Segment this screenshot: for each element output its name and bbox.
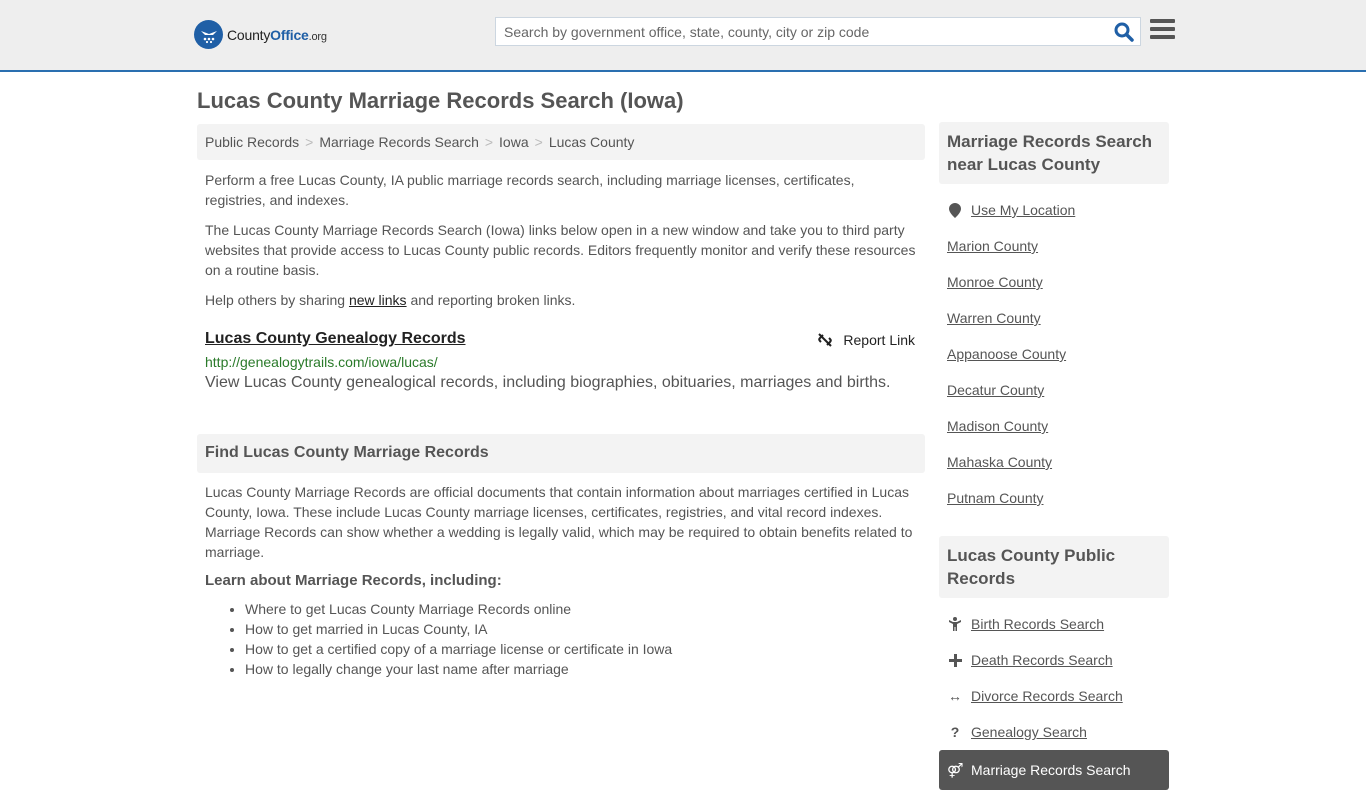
new-links-link[interactable]: new links [349, 292, 407, 308]
question-icon: ? [950, 724, 960, 740]
result-url: http://genealogytrails.com/iowa/lucas/ [205, 354, 438, 370]
nearby-county-link[interactable]: Putnam County [947, 490, 1044, 506]
nearby-county-link[interactable]: Monroe County [947, 274, 1043, 290]
public-records-heading: Lucas County Public Records [939, 536, 1169, 598]
breadcrumb-marriage-records-search[interactable]: Marriage Records Search [319, 134, 479, 150]
public-record-item[interactable]: ? Genealogy Search [947, 714, 1161, 750]
hamburger-menu-icon[interactable] [1150, 19, 1175, 41]
marriage-icon: ⚤ [947, 761, 964, 778]
nearby-county-link[interactable]: Marion County [947, 238, 1038, 254]
sidebar-nearby: Marriage Records Search near Lucas Count… [939, 122, 1169, 516]
nearby-county-link[interactable]: Decatur County [947, 382, 1044, 398]
search-box [495, 17, 1141, 46]
nearby-item[interactable]: Madison County [947, 408, 1161, 444]
nearby-item[interactable]: Monroe County [947, 264, 1161, 300]
search-icon[interactable] [1114, 22, 1134, 42]
logo-office: Office [270, 26, 309, 43]
public-records-list: Birth Records Search Death Records Searc… [939, 598, 1169, 750]
breadcrumb-public-records[interactable]: Public Records [205, 134, 299, 150]
intro-p3-text-after: and reporting broken links. [406, 292, 576, 308]
nearby-county-link[interactable]: Madison County [947, 418, 1048, 434]
site-header: CountyOffice.org [0, 0, 1366, 72]
nearby-item[interactable]: Decatur County [947, 372, 1161, 408]
find-section-paragraph: Lucas County Marriage Records are offici… [205, 484, 913, 560]
countyoffice-logo[interactable]: CountyOffice.org [194, 20, 327, 49]
map-marker-icon [947, 202, 963, 218]
public-record-item[interactable]: Death Records Search [947, 642, 1161, 678]
nearby-item[interactable]: Marion County [947, 228, 1161, 264]
nearby-county-link[interactable]: Warren County [947, 310, 1041, 326]
search-input[interactable] [496, 18, 1096, 45]
main-content: Perform a free Lucas County, IA public m… [197, 170, 925, 679]
result-title-link[interactable]: Lucas County Genealogy Records [205, 330, 466, 347]
nearby-item[interactable]: Appanoose County [947, 336, 1161, 372]
report-link-label: Report Link [843, 332, 915, 348]
logo-county: County [227, 26, 271, 43]
nearby-county-link[interactable]: Mahaska County [947, 454, 1052, 470]
cross-icon [947, 653, 963, 667]
learn-item: How to get married in Lucas County, IA [245, 619, 925, 639]
learn-list: Where to get Lucas County Marriage Recor… [197, 599, 925, 679]
result-description: View Lucas County genealogical records, … [205, 374, 891, 391]
death-records-link[interactable]: Death Records Search [971, 652, 1113, 668]
public-record-item[interactable]: ↔ Divorce Records Search [947, 678, 1161, 714]
learn-heading: Learn about Marriage Records, including: [205, 572, 502, 589]
intro-paragraph-3: Help others by sharing new links and rep… [197, 290, 925, 310]
result-item: Lucas County Genealogy Records Report Li… [197, 330, 925, 392]
report-link-button[interactable]: Report Link [817, 332, 915, 348]
nearby-item[interactable]: Putnam County [947, 480, 1161, 516]
nearby-list: Use My Location Marion County Monroe Cou… [939, 184, 1169, 516]
find-section-heading: Find Lucas County Marriage Records [197, 434, 925, 473]
divorce-records-link[interactable]: Divorce Records Search [971, 688, 1123, 704]
double-arrow-icon: ↔ [948, 688, 962, 704]
intro-p3-text: Help others by sharing [205, 292, 349, 308]
nearby-county-link[interactable]: Appanoose County [947, 346, 1066, 362]
nearby-item[interactable]: Warren County [947, 300, 1161, 336]
find-section-body: Lucas County Marriage Records are offici… [197, 482, 925, 679]
breadcrumb-separator: > [534, 134, 543, 150]
breadcrumb-lucas-county[interactable]: Lucas County [549, 134, 635, 150]
learn-item: Where to get Lucas County Marriage Recor… [245, 599, 925, 619]
genealogy-search-link[interactable]: Genealogy Search [971, 724, 1087, 740]
learn-item: How to legally change your last name aft… [245, 659, 925, 679]
logo-text: CountyOffice.org [227, 27, 327, 43]
child-icon [947, 617, 963, 631]
intro-paragraph-1: Perform a free Lucas County, IA public m… [205, 172, 855, 208]
birth-records-link[interactable]: Birth Records Search [971, 616, 1104, 632]
marriage-records-label: Marriage Records Search [971, 762, 1131, 778]
intro-paragraph-2: The Lucas County Marriage Records Search… [205, 222, 916, 278]
breadcrumb-separator: > [305, 134, 314, 150]
learn-item: How to get a certified copy of a marriag… [245, 639, 925, 659]
broken-link-icon [818, 333, 833, 347]
breadcrumb-iowa[interactable]: Iowa [499, 134, 529, 150]
public-record-item[interactable]: Birth Records Search [947, 606, 1161, 642]
use-my-location-link[interactable]: Use My Location [971, 202, 1075, 218]
logo-org: .org [308, 30, 327, 43]
use-my-location-item[interactable]: Use My Location [947, 192, 1161, 228]
page-title: Lucas County Marriage Records Search (Io… [197, 88, 684, 113]
nearby-heading: Marriage Records Search near Lucas Count… [939, 122, 1169, 184]
marriage-records-active-item[interactable]: ⚤ Marriage Records Search [939, 750, 1169, 790]
eagle-logo-icon [194, 20, 223, 49]
breadcrumb: Public Records > Marriage Records Search > I… [197, 124, 925, 160]
breadcrumb-separator: > [484, 134, 494, 150]
sidebar-public-records: Lucas County Public Records Birth Record… [939, 536, 1169, 750]
nearby-item[interactable]: Mahaska County [947, 444, 1161, 480]
